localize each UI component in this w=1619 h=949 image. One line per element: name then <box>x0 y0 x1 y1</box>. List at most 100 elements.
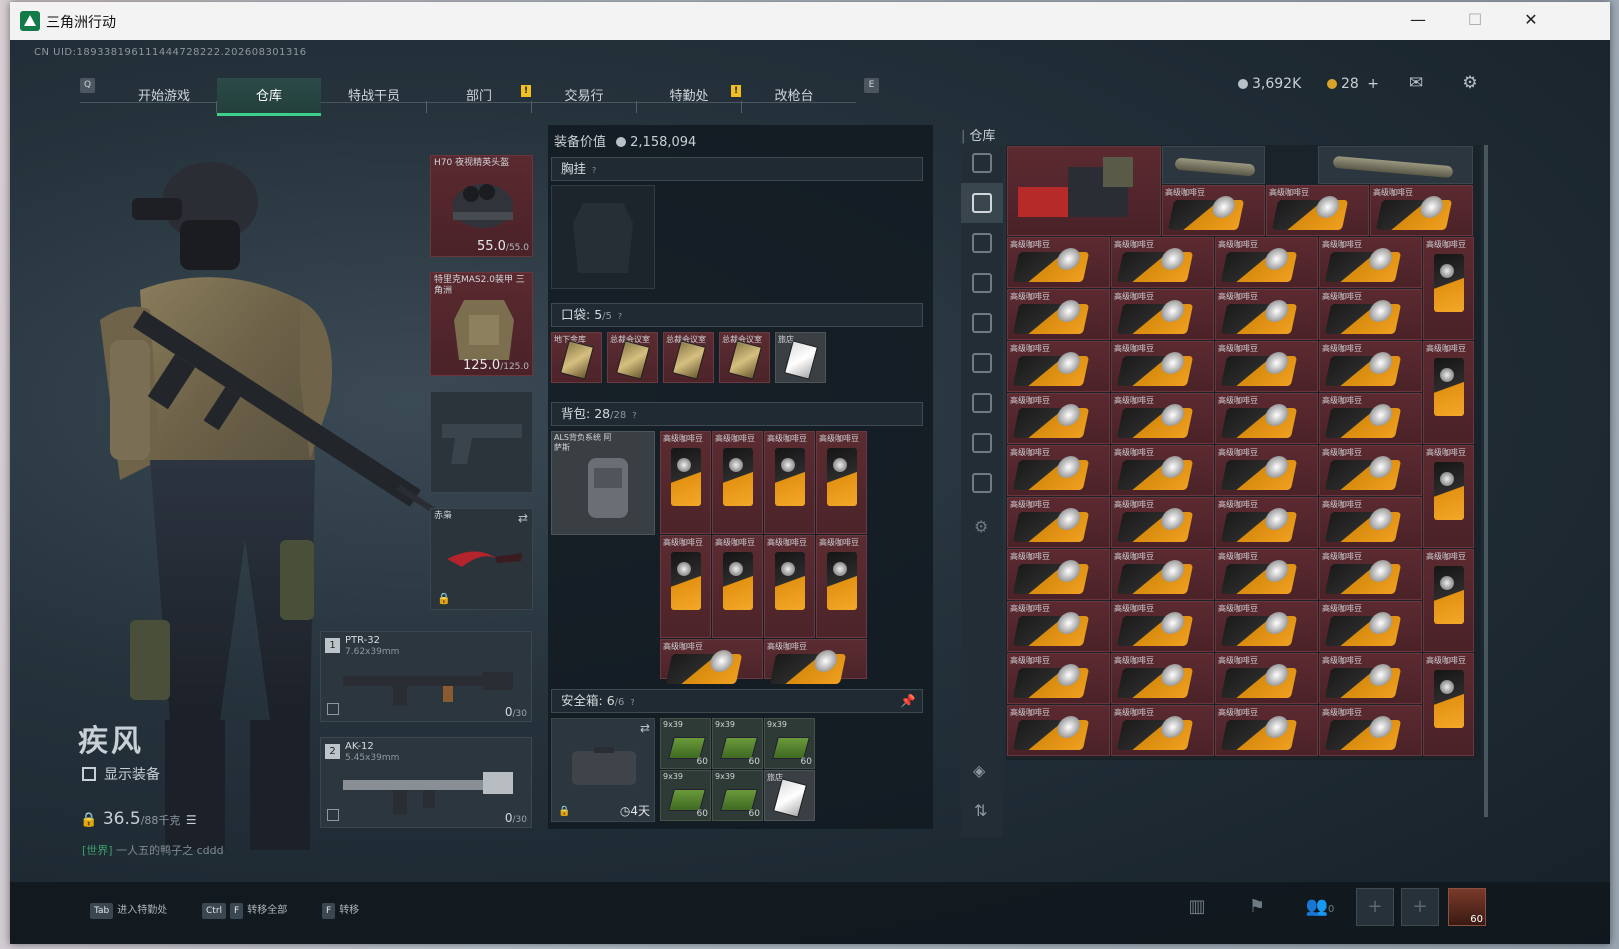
coffee-bean-item[interactable]: 高级咖啡豆 <box>1215 653 1318 704</box>
coffee-bean-item[interactable]: 高级咖啡豆 <box>1319 549 1422 600</box>
coffee-bean-item[interactable]: 高级咖啡豆 <box>1007 653 1110 704</box>
backpack-item[interactable]: 高级咖啡豆 <box>712 535 763 638</box>
coffee-bean-item[interactable]: 高级咖啡豆 <box>1007 705 1110 756</box>
coffee-bean-item[interactable]: 高级咖啡豆 <box>1319 705 1422 756</box>
special-crate-item[interactable] <box>1007 146 1161 236</box>
swap-icon[interactable]: ⇄ <box>518 511 528 525</box>
settings-gear-icon[interactable]: ⚙ <box>1459 74 1481 92</box>
safe-box-item[interactable]: 9x39 60 <box>712 718 763 769</box>
pocket-item[interactable]: 旅店 <box>775 332 826 383</box>
coffee-bean-item[interactable]: 高级咖啡豆 <box>1111 341 1214 392</box>
coffee-bean-item[interactable]: 高级咖啡豆 <box>1215 445 1318 496</box>
stats-chart-icon[interactable]: ▥ <box>1185 896 1209 920</box>
nav-key-e[interactable]: E <box>864 78 879 93</box>
pin-icon[interactable]: 📌 <box>900 690 916 712</box>
show-equipment-toggle[interactable]: 显示装备 <box>82 764 160 784</box>
maximize-button[interactable]: ☐ <box>1460 10 1490 32</box>
mail-icon[interactable]: ✉ <box>1405 74 1427 92</box>
backpack-slot[interactable]: ALS背负系统 阿萨斯 <box>551 431 655 535</box>
tab-warehouse[interactable]: 仓库 <box>217 78 321 116</box>
coffee-bean-item[interactable]: 高级咖啡豆 <box>1215 341 1318 392</box>
help-icon[interactable]: ? <box>632 405 642 420</box>
party-slot-1[interactable]: + <box>1356 888 1394 926</box>
coffee-bean-item[interactable]: 高级咖啡豆 <box>1370 185 1473 236</box>
transfer-all-hint[interactable]: Ctrl F 转移全部 <box>202 900 287 922</box>
tube-item[interactable] <box>1318 146 1473 184</box>
warehouse-settings-gear-icon[interactable]: ⚙ <box>974 517 988 536</box>
coffee-bean-item[interactable]: 高级咖啡豆 <box>1111 601 1214 652</box>
safe-box-item[interactable]: 9x39 60 <box>660 718 711 769</box>
coffee-bean-item[interactable]: 高级咖啡豆 <box>1319 393 1422 444</box>
backpack-item[interactable]: 高级咖啡豆 <box>660 535 711 638</box>
help-icon[interactable]: ? <box>630 692 640 707</box>
flag-icon[interactable]: ⚑ <box>1245 896 1269 920</box>
coffee-bean-item[interactable]: 高级咖啡豆 <box>1423 341 1474 444</box>
nav-key-q[interactable]: Q <box>80 78 95 93</box>
backpack-item[interactable]: 高级咖啡豆 <box>816 535 867 638</box>
coffee-bean-item[interactable]: 高级咖啡豆 <box>1319 497 1422 548</box>
pocket-item[interactable]: 总裁会议室 <box>719 332 770 383</box>
warehouse-category-6-icon[interactable] <box>972 393 992 413</box>
safe-box-item[interactable]: 9x39 60 <box>764 718 815 769</box>
coffee-bean-item[interactable]: 高级咖啡豆 <box>1007 341 1110 392</box>
coffee-bean-item[interactable]: 高级咖啡豆 <box>1111 497 1214 548</box>
safe-box-slot[interactable]: ⇄ 🔒 ◷4天 <box>551 718 655 822</box>
backpack-item[interactable]: 高级咖啡豆 <box>764 535 815 638</box>
pocket-item[interactable]: 总裁会议室 <box>663 332 714 383</box>
warehouse-category-2-icon[interactable] <box>972 233 992 253</box>
coffee-bean-item[interactable]: 高级咖啡豆 <box>1319 601 1422 652</box>
pistol-slot[interactable] <box>430 391 533 493</box>
coffee-bean-item[interactable]: 高级咖啡豆 <box>1423 237 1474 340</box>
coffee-bean-item[interactable]: 高级咖啡豆 <box>1111 289 1214 340</box>
coffee-bean-item[interactable]: 高级咖啡豆 <box>1266 185 1369 236</box>
coffee-bean-item[interactable]: 高级咖啡豆 <box>1111 237 1214 288</box>
coffee-bean-item[interactable]: 高级咖啡豆 <box>1111 445 1214 496</box>
coffee-bean-item[interactable]: 高级咖啡豆 <box>1111 393 1214 444</box>
list-icon[interactable]: ☰ <box>186 813 197 827</box>
close-button[interactable]: ✕ <box>1516 10 1546 32</box>
safe-box-item[interactable]: 9x39 60 <box>712 770 763 821</box>
warehouse-category-3-icon[interactable] <box>972 273 992 293</box>
friends-icon[interactable]: 👥0 <box>1300 896 1340 920</box>
coffee-bean-item[interactable]: 高级咖啡豆 <box>1007 601 1110 652</box>
coffee-bean-item[interactable]: 高级咖啡豆 <box>1215 549 1318 600</box>
coffee-bean-item[interactable]: 高级咖啡豆 <box>1319 341 1422 392</box>
coffee-bean-item[interactable]: 高级咖啡豆 <box>1007 445 1110 496</box>
coffee-bean-item[interactable]: 高级咖啡豆 <box>1215 601 1318 652</box>
coffee-bean-item[interactable]: 高级咖啡豆 <box>1423 549 1474 652</box>
coffee-bean-item[interactable]: 高级咖啡豆 <box>1215 289 1318 340</box>
tab-special-ops[interactable]: 特勤处 <box>637 78 741 116</box>
swap-icon[interactable]: ⇄ <box>640 721 650 735</box>
coffee-bean-item[interactable]: 高级咖啡豆 <box>1319 289 1422 340</box>
tab-start-game[interactable]: 开始游戏 <box>112 78 216 116</box>
warehouse-category-8-icon[interactable] <box>972 473 992 493</box>
warehouse-category-all-icon[interactable] <box>972 153 992 173</box>
coffee-bean-item[interactable]: 高级咖啡豆 <box>1111 705 1214 756</box>
scrollbar-thumb[interactable] <box>1484 145 1488 817</box>
safe-box-item[interactable]: 旅店 <box>764 770 815 821</box>
coffee-bean-item[interactable]: 高级咖啡豆 <box>1319 445 1422 496</box>
coffee-bean-item[interactable]: 高级咖啡豆 <box>1319 653 1422 704</box>
backpack-item[interactable]: 高级咖啡豆 <box>764 431 815 534</box>
coffee-bean-item[interactable]: 高级咖啡豆 <box>1162 185 1265 236</box>
layers-icon[interactable]: ◈ <box>973 761 985 780</box>
tube-item[interactable] <box>1162 146 1265 184</box>
tab-department[interactable]: 部门 <box>427 78 531 116</box>
coffee-bean-item[interactable]: 高级咖啡豆 <box>1319 237 1422 288</box>
coffee-bean-item[interactable]: 高级咖啡豆 <box>1423 653 1474 756</box>
sort-icon[interactable]: ⇅ <box>974 801 987 820</box>
secondary-weapon-slot[interactable]: 2 AK-12 5.45x39mm 0/30 <box>320 737 532 828</box>
coffee-bean-item[interactable]: 高级咖啡豆 <box>1215 237 1318 288</box>
pocket-item[interactable]: 总裁会议室 <box>607 332 658 383</box>
transfer-hint[interactable]: F 转移 <box>322 900 359 922</box>
melee-slot[interactable]: 赤枭 ⇄ 🔒 <box>430 508 533 610</box>
chest-rig-slot[interactable] <box>551 185 655 289</box>
coffee-bean-item[interactable]: 高级咖啡豆 <box>1007 497 1110 548</box>
backpack-item[interactable]: 高级咖啡豆 <box>764 639 867 684</box>
add-currency-button[interactable]: + <box>1367 76 1379 92</box>
coffee-bean-item[interactable]: 高级咖啡豆 <box>1423 445 1474 548</box>
minimize-button[interactable]: — <box>1403 10 1433 32</box>
enter-special-ops-hint[interactable]: Tab 进入特勤处 <box>90 900 167 922</box>
primary-weapon-slot[interactable]: 1 PTR-32 7.62x39mm 0/30 <box>320 631 532 722</box>
help-icon[interactable]: ? <box>618 306 628 321</box>
